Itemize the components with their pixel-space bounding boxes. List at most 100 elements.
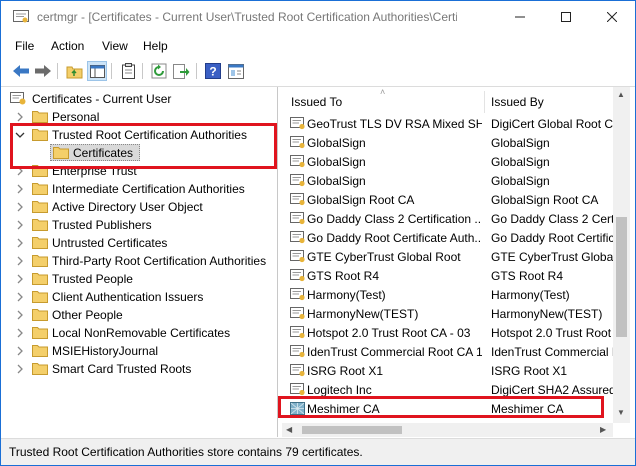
toolbar-separator: [57, 63, 58, 79]
cell-issued-to: Go Daddy Root Certificate Auth...: [307, 231, 482, 245]
tree-item[interactable]: Trusted People: [6, 270, 278, 288]
certificate-row[interactable]: Go Daddy Root Certificate Auth... Go Dadd…: [282, 228, 613, 247]
chevron-right-icon[interactable]: [15, 111, 25, 123]
tree-item[interactable]: Certificates: [6, 144, 278, 162]
column-divider[interactable]: [484, 91, 485, 113]
tree-item-label: Smart Card Trusted Roots: [52, 362, 192, 376]
tree-item[interactable]: Trusted Publishers: [6, 216, 278, 234]
menu-action[interactable]: Action: [51, 39, 84, 53]
scroll-left-icon[interactable]: ◀: [286, 425, 292, 434]
show-hide-tree-icon: [89, 64, 105, 78]
cell-issued-by: HarmonyNew(TEST): [491, 307, 603, 321]
certmgr-window: certmgr - [Certificates - Current User\T…: [0, 0, 636, 466]
tree-item[interactable]: Intermediate Certification Authorities: [6, 180, 278, 198]
maximize-button[interactable]: [543, 1, 589, 33]
close-button[interactable]: [589, 1, 635, 33]
menu-view[interactable]: View: [102, 39, 128, 53]
tree-item-label: Local NonRemovable Certificates: [52, 326, 231, 340]
tree-item[interactable]: Smart Card Trusted Roots: [6, 360, 278, 378]
certificate-row[interactable]: GTS Root R4 GTS Root R4: [282, 266, 613, 285]
help-button[interactable]: ?: [203, 61, 223, 81]
vertical-scroll-thumb[interactable]: [616, 217, 627, 337]
folder-icon: [32, 164, 48, 177]
status-bar: Trusted Root Certification Authorities s…: [1, 438, 635, 465]
certificate-row[interactable]: Logitech Inc DigiCert SHA2 Assured: [282, 380, 613, 399]
cell-issued-to: GlobalSign: [307, 155, 366, 169]
tree-item-label: Enterprise Trust: [52, 164, 137, 178]
scroll-right-icon[interactable]: ▶: [600, 425, 606, 434]
refresh-button[interactable]: [149, 61, 169, 81]
certificate-row[interactable]: Go Daddy Class 2 Certification ... Go Dad…: [282, 209, 613, 228]
tree-item[interactable]: MSIEHistoryJournal: [6, 342, 278, 360]
folder-icon: [32, 236, 48, 249]
tree-item[interactable]: Other People: [6, 306, 278, 324]
close-icon: [607, 12, 617, 22]
cell-issued-to: HarmonyNew(TEST): [307, 307, 419, 321]
menu-file[interactable]: File: [15, 39, 34, 53]
folder-icon: [53, 146, 69, 159]
chevron-down-icon[interactable]: [15, 129, 25, 141]
certificate-row[interactable]: GlobalSign Root CA GlobalSign Root CA: [282, 190, 613, 209]
chevron-right-icon[interactable]: [15, 255, 25, 267]
certificate-row[interactable]: GlobalSign GlobalSign: [282, 171, 613, 190]
horizontal-scroll-thumb[interactable]: [302, 426, 402, 434]
chevron-right-icon[interactable]: [15, 183, 25, 195]
toolbar-separator: [142, 63, 143, 79]
certificate-row[interactable]: GeoTrust TLS DV RSA Mixed SH... DigiCert …: [282, 114, 613, 133]
chevron-right-icon[interactable]: [15, 309, 25, 321]
up-one-level-button[interactable]: [64, 61, 84, 81]
maximize-icon: [561, 12, 571, 22]
minimize-button[interactable]: [497, 1, 543, 33]
chevron-right-icon[interactable]: [15, 363, 25, 375]
clipboard-button[interactable]: [118, 61, 138, 81]
tree-item[interactable]: Local NonRemovable Certificates: [6, 324, 278, 342]
properties-button[interactable]: [226, 61, 246, 81]
certificate-row[interactable]: Harmony(Test) Harmony(Test): [282, 285, 613, 304]
tree-root[interactable]: Certificates - Current User: [6, 90, 278, 108]
tree-item[interactable]: Client Authentication Issuers: [6, 288, 278, 306]
certificate-row[interactable]: ISRG Root X1 ISRG Root X1: [282, 361, 613, 380]
tree-item[interactable]: Enterprise Trust: [6, 162, 278, 180]
chevron-right-icon[interactable]: [15, 345, 25, 357]
tree-item[interactable]: Personal: [6, 108, 278, 126]
chevron-right-icon[interactable]: [15, 327, 25, 339]
chevron-right-icon[interactable]: [15, 219, 25, 231]
tree-item[interactable]: Active Directory User Object: [6, 198, 278, 216]
certificate-icon: [290, 193, 305, 206]
certificate-row[interactable]: GTE CyberTrust Global Root GTE CyberTrust…: [282, 247, 613, 266]
tree-item[interactable]: Trusted Root Certification Authorities: [6, 126, 278, 144]
chevron-right-icon[interactable]: [15, 237, 25, 249]
scroll-up-icon[interactable]: ▲: [617, 90, 625, 99]
show-hide-tree-button[interactable]: [87, 61, 107, 81]
cell-issued-by: GTE CyberTrust Global R: [491, 250, 613, 264]
refresh-icon: [151, 63, 167, 79]
folder-icon: [32, 218, 48, 231]
cell-issued-by: Go Daddy Class 2 Certifi: [491, 212, 613, 226]
back-button[interactable]: [11, 61, 31, 81]
certificate-row[interactable]: IdenTrust Commercial Root CA 1 IdenTrust …: [282, 342, 613, 361]
cell-issued-to: Meshimer CA: [307, 402, 380, 416]
column-issued-to[interactable]: Issued To: [291, 95, 342, 109]
horizontal-scrollbar[interactable]: ◀ ▶: [282, 423, 613, 437]
cell-issued-to: GlobalSign: [307, 174, 366, 188]
tree-item-label: Trusted Publishers: [52, 218, 152, 232]
chevron-right-icon[interactable]: [15, 291, 25, 303]
certificate-row[interactable]: GlobalSign GlobalSign: [282, 133, 613, 152]
certificate-row[interactable]: HarmonyNew(TEST) HarmonyNew(TEST): [282, 304, 613, 323]
chevron-right-icon[interactable]: [15, 201, 25, 213]
column-issued-by[interactable]: Issued By: [491, 95, 544, 109]
export-list-button[interactable]: [171, 61, 191, 81]
cell-issued-by: Hotspot 2.0 Trust Root: [491, 326, 612, 340]
forward-button[interactable]: [33, 61, 53, 81]
scroll-down-icon[interactable]: ▼: [617, 408, 625, 417]
certificate-row[interactable]: Hotspot 2.0 Trust Root CA - 03 Hotspot 2.…: [282, 323, 613, 342]
certificate-row[interactable]: Meshimer CA Meshimer CA: [282, 399, 613, 418]
certificate-row[interactable]: GlobalSign GlobalSign: [282, 152, 613, 171]
folder-icon: [32, 362, 48, 375]
menu-help[interactable]: Help: [143, 39, 168, 53]
chevron-right-icon[interactable]: [15, 165, 25, 177]
vertical-scrollbar[interactable]: ▲ ▼: [613, 87, 630, 423]
chevron-right-icon[interactable]: [15, 273, 25, 285]
tree-item[interactable]: Untrusted Certificates: [6, 234, 278, 252]
tree-item[interactable]: Third-Party Root Certification Authoriti…: [6, 252, 278, 270]
